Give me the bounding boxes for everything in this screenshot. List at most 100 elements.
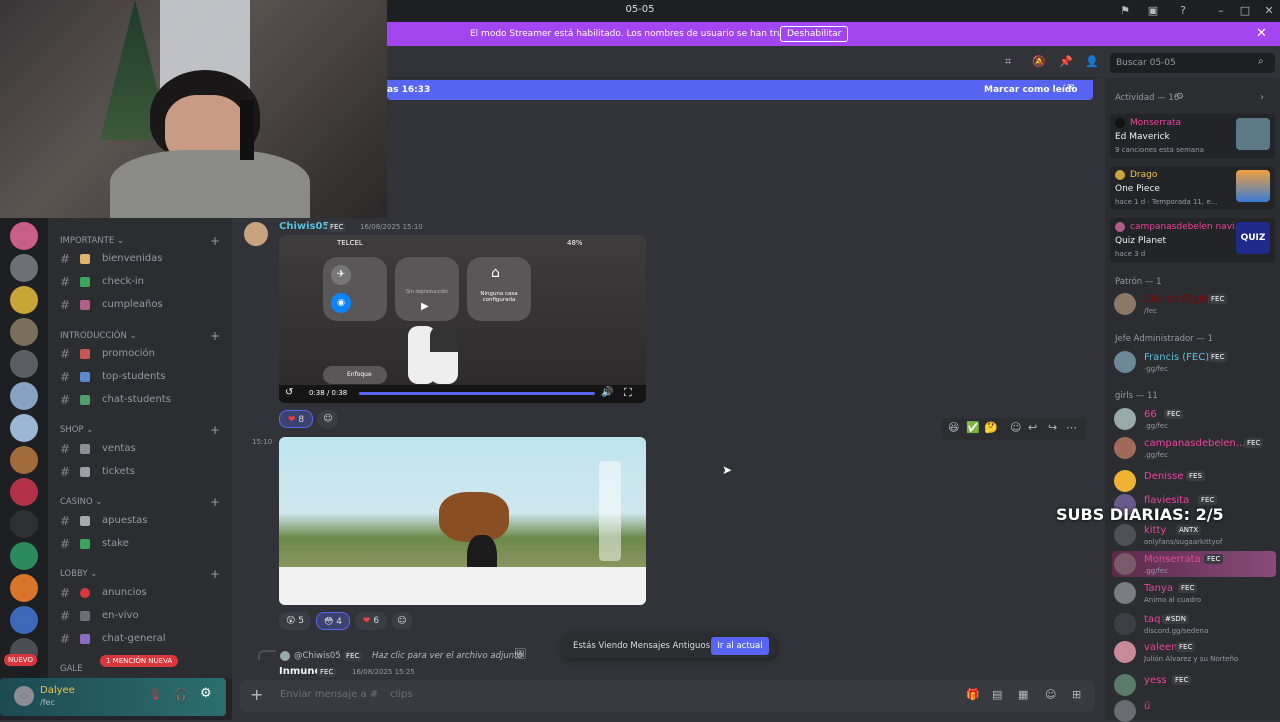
new-badge[interactable]: NUEVO (4, 654, 37, 666)
attach-plus-icon[interactable]: + (250, 685, 263, 704)
apps-icon[interactable]: ⊞ (1072, 688, 1081, 701)
chevron-right-icon[interactable]: › (1260, 92, 1264, 103)
dismiss-banner-icon[interactable]: ✕ (1256, 26, 1267, 41)
member-name: Monserrata (1144, 554, 1201, 565)
reaction-heart[interactable]: ❤ 8 (279, 410, 313, 428)
member-item[interactable]: Francis (FEC) FEC ·gg/fec (1112, 349, 1276, 379)
server-icon[interactable] (10, 414, 38, 442)
guild-tag: FEC (1176, 642, 1196, 652)
server-icon[interactable] (10, 510, 38, 538)
deafen-icon[interactable]: 🎧 (174, 688, 188, 701)
member-status: Animo al cuadro (1144, 596, 1201, 604)
server-icon[interactable] (10, 606, 38, 634)
activity-sub: 9 canciones esta semana (1115, 146, 1204, 154)
activity-card[interactable]: Drago One Piece hace 1 d · Temporada 11,… (1110, 166, 1275, 210)
video-progress[interactable] (359, 392, 595, 395)
member-item[interactable]: Monserrata FEC .gg/fec (1112, 551, 1276, 581)
server-icon[interactable] (10, 382, 38, 410)
activity-sub: hace 3 d (1115, 250, 1146, 258)
message-author[interactable]: Chiwis05 (279, 221, 329, 232)
activity-card[interactable]: campanasdebelen navi... Quiz Planet hace… (1110, 218, 1275, 262)
avatar (1114, 351, 1136, 373)
image-attachment[interactable] (279, 437, 646, 605)
member-item[interactable]: taq #SDN discord.gg/sedena (1112, 611, 1276, 641)
sticker-icon[interactable]: ▦ (1018, 688, 1028, 701)
category-importante[interactable]: IMPORTANTE ⌄ + (60, 234, 220, 248)
member-item[interactable]: Tanya FEC Animo al cuadro (1112, 580, 1276, 610)
mic-muted-icon[interactable]: 🎙 (148, 688, 162, 701)
server-icon[interactable] (10, 478, 38, 506)
message-timestamp: 15:10 (252, 438, 273, 446)
message-composer[interactable]: + Enviar mensaje a # clips 🎁 ▤ ▦ ☺ ⊞ (240, 680, 1095, 712)
close-icon[interactable]: ✕ (1262, 4, 1276, 18)
forward-icon[interactable]: ↪ (1048, 421, 1057, 434)
reply-preview[interactable]: Haz clic para ver el archivo adjunto (372, 651, 523, 661)
maximize-icon[interactable]: □ (1238, 4, 1252, 18)
category-lobby[interactable]: LOBBY ⌄ + (60, 567, 220, 581)
activity-header: Actividad — 16 (1115, 93, 1180, 103)
member-item[interactable]: valeen FEC Julión Álvarez y su Norteño (1112, 639, 1276, 669)
settings-icon[interactable]: ⚙ (200, 686, 212, 701)
member-item[interactable]: ü (1112, 698, 1276, 722)
help-icon[interactable]: ? (1176, 4, 1190, 18)
threads-icon[interactable]: ⌗ (1005, 55, 1011, 69)
gif-icon[interactable]: ▤ (992, 688, 1002, 701)
member-item[interactable]: kitty ANTX onlyfans/sugaarkittyof (1112, 522, 1276, 552)
category-shop[interactable]: SHOP ⌄ + (60, 423, 220, 437)
server-icon[interactable] (10, 222, 38, 250)
mark-read-button[interactable]: Marcar como leído (984, 85, 1078, 95)
replay-icon[interactable]: ↺ (285, 387, 293, 398)
pin-icon[interactable]: 📌 (1059, 55, 1073, 68)
thinking-reaction-icon[interactable]: 🤔 (984, 421, 998, 434)
reaction-surprised[interactable]: 😲 5 (279, 612, 311, 630)
member-item[interactable]: campanasdebelen... FEC .gg/fec (1112, 435, 1276, 465)
volume-icon[interactable]: 🔊 (601, 387, 613, 398)
gift-icon[interactable]: 🎁 (966, 688, 980, 701)
category-casino[interactable]: CASINO ⌄ + (60, 495, 220, 509)
mention-badge[interactable]: 1 MENCIÓN NUEVA (100, 655, 179, 667)
server-icon[interactable] (10, 350, 38, 378)
server-icon[interactable] (10, 318, 38, 346)
activity-card[interactable]: Monserrata Ed Maverick 9 canciones esta … (1110, 114, 1275, 158)
screen-icon[interactable]: ▣ (1146, 4, 1160, 18)
guild-tag: FEC (1208, 294, 1228, 304)
minimize-icon[interactable]: – (1214, 4, 1228, 18)
member-item[interactable]: 66 FEC .gg/fec (1112, 406, 1276, 436)
member-status: .gg/fec (1144, 451, 1169, 459)
search-box[interactable]: Buscar 05-05 ⌕ (1110, 53, 1275, 73)
reaction-flushed[interactable]: 😳 4 (316, 612, 350, 630)
inbox-icon[interactable]: ⚑ (1118, 4, 1132, 18)
category-gale[interactable]: GALE (60, 664, 83, 674)
jump-present-button[interactable]: Ir al actual (711, 637, 769, 655)
server-icon[interactable] (10, 286, 38, 314)
message-author[interactable]: Inmune (279, 666, 321, 677)
guild-tag: FEC (1164, 409, 1184, 419)
server-icon[interactable] (10, 254, 38, 282)
reply-author[interactable]: @Chiwis05 (294, 651, 341, 661)
add-reaction-icon[interactable]: ☺ (1010, 421, 1021, 434)
reaction-heart[interactable]: ❤ 6 (355, 612, 387, 630)
emoji-icon[interactable]: ☺ (1045, 688, 1056, 701)
check-reaction-icon[interactable]: ✅ (966, 421, 980, 434)
more-icon[interactable]: ⋯ (1066, 421, 1077, 434)
emoji-reaction-icon[interactable]: 😆 (948, 421, 959, 434)
new-messages-bar[interactable]: as 16:33 Marcar como leído ✉ (387, 80, 1093, 100)
member-list-icon[interactable]: 👤 (1085, 55, 1099, 68)
add-reaction-icon[interactable]: ☺ (392, 612, 412, 630)
avatar[interactable] (14, 686, 34, 706)
server-icon[interactable] (10, 542, 38, 570)
mute-icon[interactable]: 🔕 (1032, 55, 1046, 68)
server-icon[interactable] (10, 446, 38, 474)
fullscreen-icon[interactable]: ⛶ (624, 386, 632, 400)
member-item[interactable]: Chiriso Flight FEC /fec (1112, 291, 1276, 321)
server-icon[interactable] (10, 574, 38, 602)
add-reaction-icon[interactable]: ☺ (318, 410, 338, 428)
gear-icon[interactable]: ⚙ (1176, 92, 1184, 102)
category-introduccion[interactable]: INTRODUCCIÓN ⌄ + (60, 329, 220, 343)
video-attachment[interactable]: TELCEL 48% ✈ ◉ Sin reproducción ▶ ⌂ Ning… (279, 235, 646, 403)
disable-streamer-button[interactable]: Deshabilitar (780, 26, 849, 42)
avatar[interactable] (244, 222, 268, 246)
member-name: yess (1144, 675, 1167, 686)
old-messages-toast: Estás Viendo Mensajes Antiguos Ir al act… (563, 634, 775, 658)
reply-icon[interactable]: ↩ (1028, 421, 1037, 434)
